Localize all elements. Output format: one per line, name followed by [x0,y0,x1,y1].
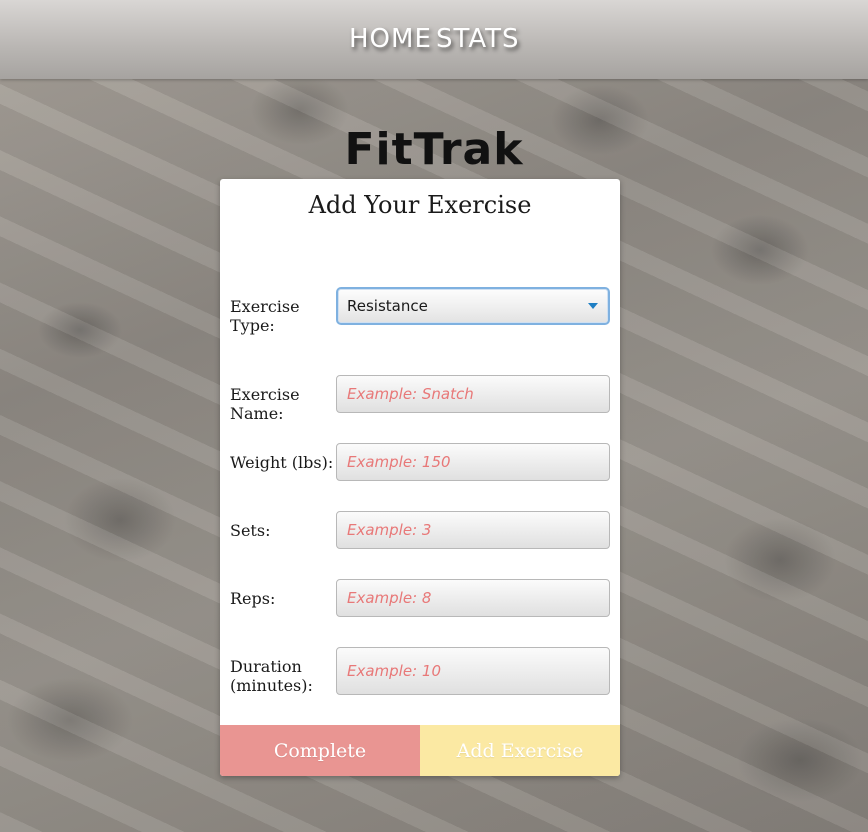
exercise-type-label: Exercise Type: [230,297,300,335]
weight-input[interactable] [336,443,610,481]
nav-stats-link[interactable]: STATS [436,24,520,54]
duration-input[interactable] [336,647,610,695]
form-title: Add Your Exercise [308,191,532,219]
chevron-down-icon [588,303,598,309]
duration-label: Duration (minutes): [230,657,313,695]
reps-label: Reps: [230,589,276,608]
exercise-type-selected-value: Resistance [347,297,428,315]
reps-input[interactable] [336,579,610,617]
add-exercise-form: Add Your Exercise Exercise Type: Resista… [220,179,620,776]
sets-input[interactable] [336,511,610,549]
top-navbar: HOME STATS [0,0,868,79]
app-title: FitTrak [344,124,524,175]
exercise-type-select[interactable]: Resistance [336,287,610,325]
nav-home-link[interactable]: HOME [349,24,432,54]
sets-label: Sets: [230,521,271,540]
complete-button[interactable]: Complete [220,725,420,776]
exercise-name-input[interactable] [336,375,610,413]
weight-label: Weight (lbs): [230,453,334,472]
exercise-name-label: Exercise Name: [230,385,300,423]
add-exercise-button[interactable]: Add Exercise [420,725,620,776]
